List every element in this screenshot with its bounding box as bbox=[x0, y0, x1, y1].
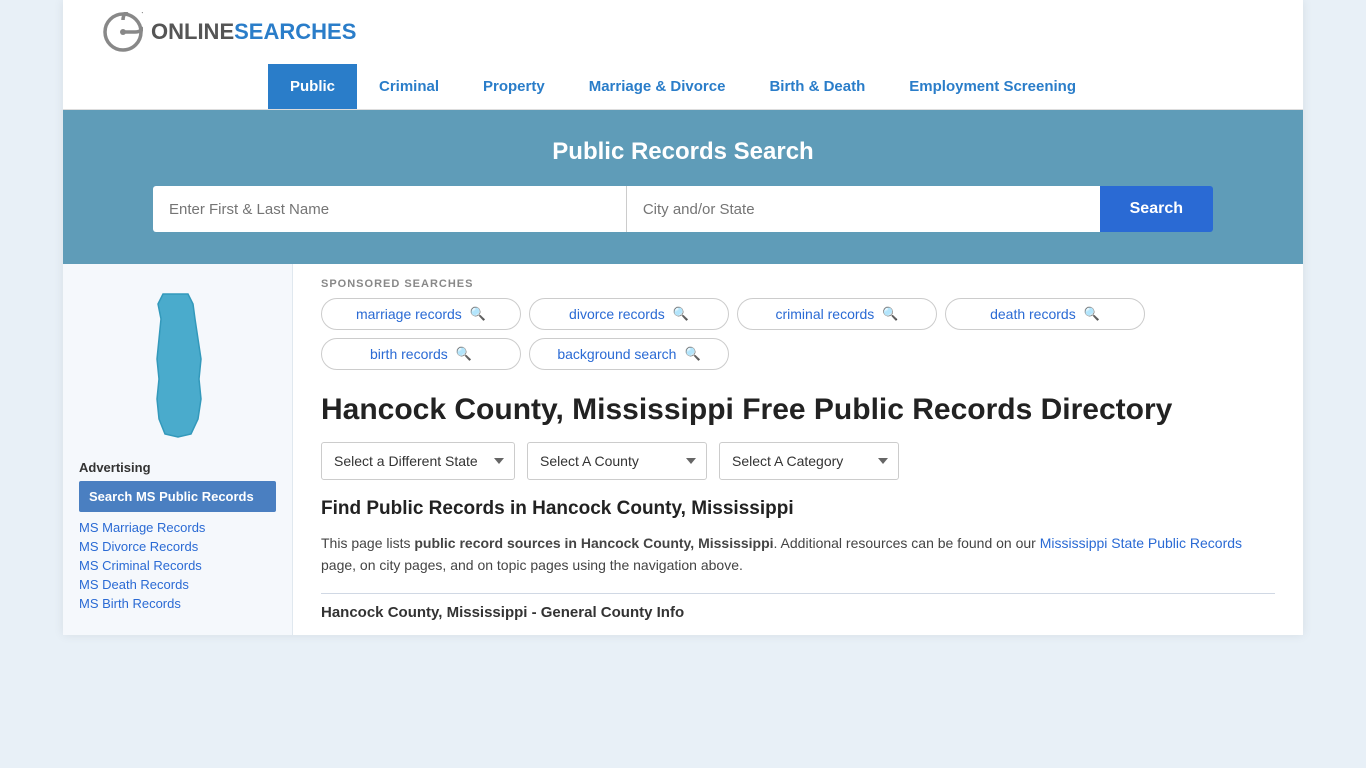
category-dropdown[interactable]: Select A Category bbox=[719, 442, 899, 480]
pill-criminal-label: criminal records bbox=[776, 306, 875, 322]
logo-text: ONLINESEARCHES bbox=[151, 19, 356, 45]
advertising-label: Advertising bbox=[79, 460, 276, 475]
sidebar-ms-criminal[interactable]: MS Criminal Records bbox=[79, 558, 276, 573]
mississippi-map bbox=[133, 289, 223, 439]
nav-criminal[interactable]: Criminal bbox=[357, 64, 461, 109]
dropdown-row: Select a Different State Select A County… bbox=[321, 442, 1275, 480]
pill-divorce-label: divorce records bbox=[569, 306, 665, 322]
search-bar: Search bbox=[153, 186, 1213, 232]
nav-birth-death[interactable]: Birth & Death bbox=[747, 64, 887, 109]
pill-divorce[interactable]: divorce records 🔍 bbox=[529, 298, 729, 330]
sidebar-ms-death[interactable]: MS Death Records bbox=[79, 577, 276, 592]
pill-birth-label: birth records bbox=[370, 346, 448, 362]
nav-marriage-divorce[interactable]: Marriage & Divorce bbox=[567, 64, 748, 109]
find-desc-part2: . Additional resources can be found on o… bbox=[774, 535, 1040, 551]
find-desc-part3: page, on city pages, and on topic pages … bbox=[321, 557, 743, 573]
search-icon-criminal: 🔍 bbox=[882, 306, 898, 322]
find-desc-bold: public record sources in Hancock County,… bbox=[414, 535, 773, 551]
name-input[interactable] bbox=[153, 186, 626, 232]
sidebar-featured[interactable]: Search MS Public Records bbox=[79, 481, 276, 512]
search-button[interactable]: Search bbox=[1100, 186, 1213, 232]
sponsored-label: SPONSORED SEARCHES bbox=[321, 278, 1275, 290]
nav-property[interactable]: Property bbox=[461, 64, 567, 109]
nav-public[interactable]: Public bbox=[268, 64, 357, 109]
ms-records-link[interactable]: Mississippi State Public Records bbox=[1040, 535, 1242, 551]
sidebar-ms-birth[interactable]: MS Birth Records bbox=[79, 596, 276, 611]
find-desc-part1: This page lists bbox=[321, 535, 414, 551]
search-icon-birth: 🔍 bbox=[456, 346, 472, 362]
logo[interactable]: ONLINESEARCHES bbox=[103, 12, 356, 52]
pill-death[interactable]: death records 🔍 bbox=[945, 298, 1145, 330]
hero-section: Public Records Search Search bbox=[63, 110, 1303, 264]
search-icon-divorce: 🔍 bbox=[673, 306, 689, 322]
search-icon-marriage: 🔍 bbox=[470, 306, 486, 322]
hero-title: Public Records Search bbox=[103, 138, 1263, 166]
sidebar-ms-divorce[interactable]: MS Divorce Records bbox=[79, 539, 276, 554]
state-dropdown[interactable]: Select a Different State bbox=[321, 442, 515, 480]
pill-background[interactable]: background search 🔍 bbox=[529, 338, 729, 370]
search-icon-death: 🔍 bbox=[1084, 306, 1100, 322]
pill-death-label: death records bbox=[990, 306, 1076, 322]
city-input[interactable] bbox=[626, 186, 1100, 232]
find-records-desc: This page lists public record sources in… bbox=[321, 532, 1275, 577]
find-records-title: Find Public Records in Hancock County, M… bbox=[321, 498, 1275, 520]
sidebar: Advertising Search MS Public Records MS … bbox=[63, 264, 293, 635]
logo-icon bbox=[103, 12, 143, 52]
header: ONLINESEARCHES bbox=[63, 0, 1303, 64]
main-layout: Advertising Search MS Public Records MS … bbox=[63, 264, 1303, 635]
search-icon-background: 🔍 bbox=[684, 346, 700, 362]
page-title: Hancock County, Mississippi Free Public … bbox=[321, 386, 1275, 428]
pill-background-label: background search bbox=[557, 346, 676, 362]
sidebar-ms-marriage[interactable]: MS Marriage Records bbox=[79, 520, 276, 535]
content-divider bbox=[321, 593, 1275, 594]
main-content: SPONSORED SEARCHES marriage records 🔍 di… bbox=[293, 264, 1303, 635]
pill-criminal[interactable]: criminal records 🔍 bbox=[737, 298, 937, 330]
nav-employment[interactable]: Employment Screening bbox=[887, 64, 1098, 109]
pill-birth[interactable]: birth records 🔍 bbox=[321, 338, 521, 370]
general-info-title: Hancock County, Mississippi - General Co… bbox=[321, 604, 1275, 621]
pill-marriage[interactable]: marriage records 🔍 bbox=[321, 298, 521, 330]
pill-marriage-label: marriage records bbox=[356, 306, 462, 322]
county-dropdown[interactable]: Select A County bbox=[527, 442, 707, 480]
sponsored-pills: marriage records 🔍 divorce records 🔍 cri… bbox=[321, 298, 1275, 370]
main-nav: Public Criminal Property Marriage & Divo… bbox=[63, 64, 1303, 110]
